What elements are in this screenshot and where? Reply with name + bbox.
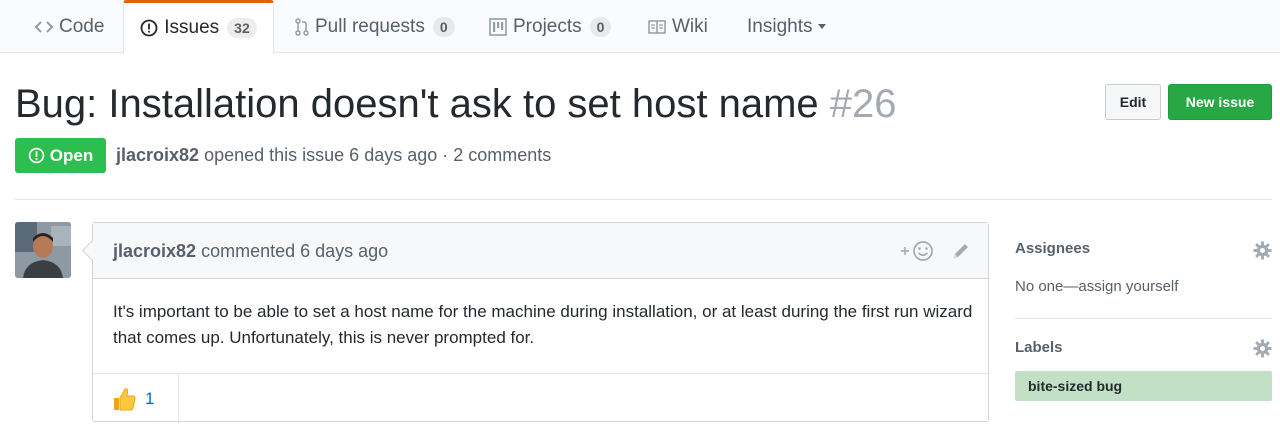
edit-button[interactable]: Edit [1105, 84, 1161, 120]
timeline-comment: jlacroix82 commented 6 days ago It's imp… [92, 222, 989, 424]
git-pull-request-icon [295, 17, 309, 36]
issue-opened-icon [28, 147, 45, 164]
label-bite-sized-bug[interactable]: bite-sized bug [1015, 371, 1272, 401]
labels-gear-icon[interactable] [1253, 339, 1272, 363]
comment-meta: jlacroix82 commented 6 days ago [113, 241, 388, 262]
assign-yourself-link[interactable]: No one—assign yourself [1015, 278, 1178, 295]
thumbs-up-icon [114, 388, 136, 411]
new-issue-button[interactable]: New issue [1168, 84, 1272, 120]
comment-action-text: commented 6 days ago [201, 241, 389, 261]
avatar-image [15, 222, 71, 278]
comment-reactions: 1 [93, 373, 988, 424]
book-icon [648, 19, 666, 35]
assignees-heading[interactable]: Assignees [1015, 240, 1090, 257]
add-reaction-button[interactable] [899, 239, 937, 268]
reaction-count: 1 [145, 389, 155, 408]
tab-insights[interactable]: Insights [747, 0, 827, 53]
issue-opened-icon [140, 19, 158, 37]
issues-count-badge: 32 [227, 18, 257, 38]
gear-icon [1253, 339, 1272, 358]
comment-author-link[interactable]: jlacroix82 [113, 241, 196, 261]
edit-comment-button[interactable] [951, 241, 971, 266]
tab-label: Projects [513, 15, 582, 37]
tab-wiki[interactable]: Wiki [648, 0, 708, 53]
issue-state-badge: Open [15, 138, 106, 173]
tab-label: Issues [164, 17, 220, 38]
header-divider [15, 199, 1272, 200]
pull-requests-count-badge: 0 [432, 16, 455, 37]
issue-author-link[interactable]: jlacroix82 [116, 145, 199, 165]
tab-projects[interactable]: Projects 0 [489, 0, 612, 53]
add-reaction-icon [901, 241, 933, 261]
issue-title-text: Bug: Installation doesn't ask to set hos… [15, 82, 819, 126]
tab-code[interactable]: Code [35, 0, 104, 53]
avatar[interactable] [15, 222, 71, 278]
issue-meta: jlacroix82 opened this issue 6 days ago … [116, 145, 551, 166]
project-icon [489, 17, 507, 36]
tab-pull-requests[interactable]: Pull requests 0 [295, 0, 455, 53]
issue-state-label: Open [49, 145, 94, 165]
issue-title: Bug: Installation doesn't ask to set hos… [15, 78, 897, 130]
tab-label: Wiki [672, 15, 708, 37]
assignees-gear-icon[interactable] [1253, 241, 1272, 265]
comment-header: jlacroix82 commented 6 days ago [93, 223, 988, 279]
issue-number: #26 [829, 82, 897, 126]
comment-body: It's important to be able to set a host … [113, 302, 973, 347]
tab-label: Pull requests [315, 15, 425, 37]
code-icon [35, 20, 53, 34]
tab-label: Code [59, 15, 105, 37]
sidebar-divider [1015, 318, 1272, 319]
labels-heading[interactable]: Labels [1015, 339, 1063, 356]
gear-icon [1253, 241, 1272, 260]
projects-count-badge: 0 [589, 16, 612, 37]
tab-label: Insights [747, 15, 813, 37]
issue-meta-text: opened this issue 6 days ago · 2 comment… [204, 145, 552, 165]
repo-nav-tabs: Code Issues 32 Pull requests 0 Projects … [0, 0, 1280, 54]
pencil-icon [954, 244, 968, 258]
chevron-down-icon [818, 24, 827, 29]
tab-issues[interactable]: Issues 32 [123, 0, 274, 54]
reaction-thumbs-up-button[interactable]: 1 [93, 374, 179, 424]
